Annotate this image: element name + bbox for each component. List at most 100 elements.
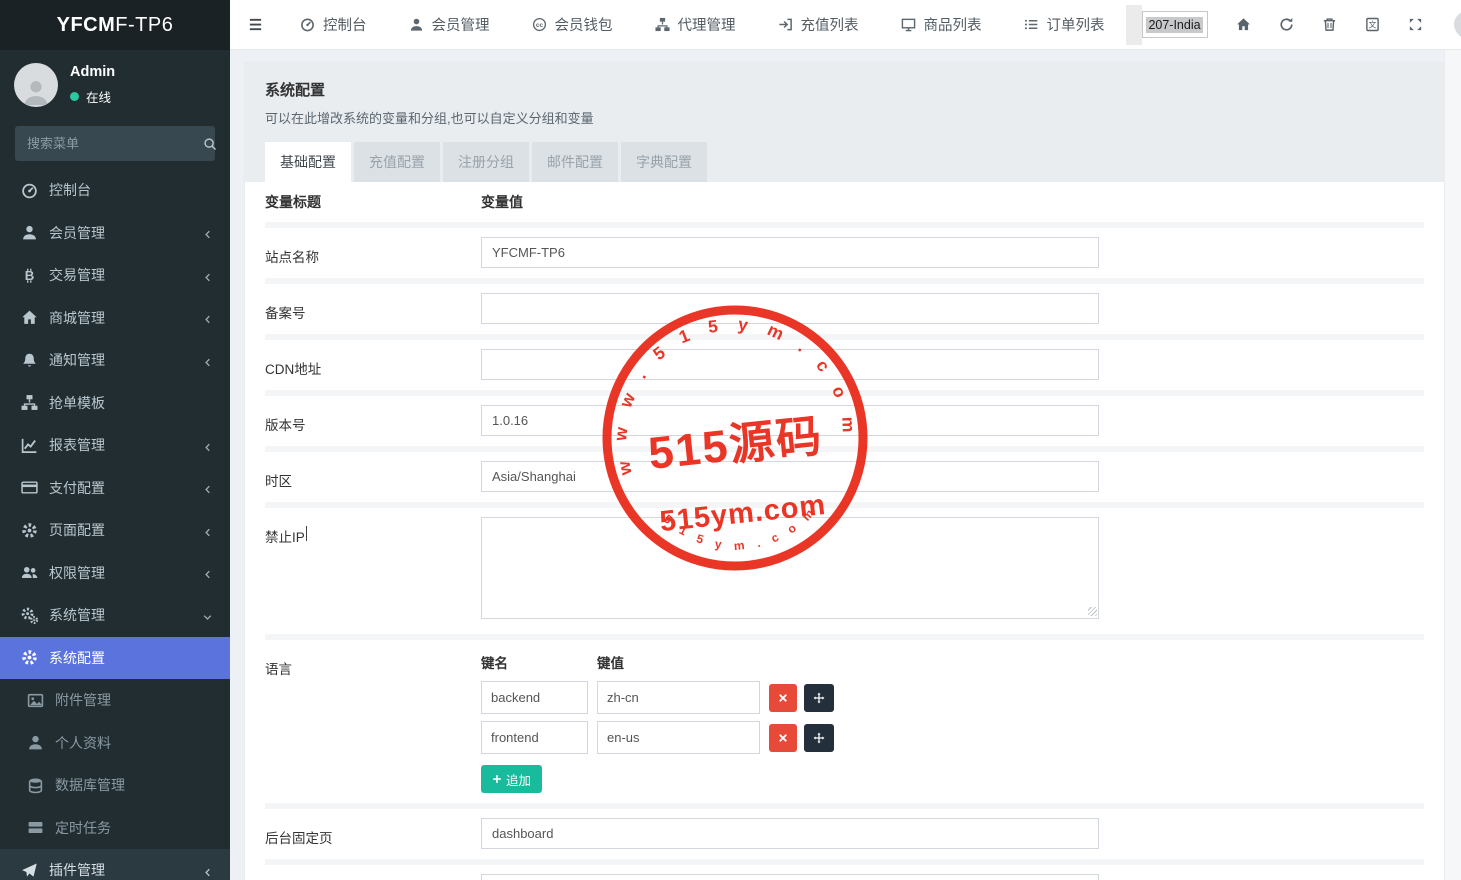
tab-inactive[interactable]: 字典配置 bbox=[621, 142, 707, 182]
sidebar-item[interactable]: 插件管理 bbox=[0, 849, 230, 880]
nav-item-label: 充值列表 bbox=[801, 14, 859, 35]
nav-item[interactable]: 代理管理 bbox=[634, 0, 757, 50]
trash-icon[interactable] bbox=[1322, 17, 1337, 32]
topbar-avatar[interactable] bbox=[1454, 11, 1461, 38]
nav-item[interactable]: 充值列表 bbox=[757, 0, 880, 50]
nav-item[interactable]: cc会员钱包 bbox=[511, 0, 634, 50]
home-icon[interactable] bbox=[1236, 17, 1251, 32]
sidebar-item-label: 报表管理 bbox=[49, 435, 105, 455]
sidebar-item-label: 定时任务 bbox=[55, 818, 111, 838]
user-profile-panel: Admin 在线 bbox=[0, 50, 230, 117]
tab-inactive[interactable]: 充值配置 bbox=[354, 142, 440, 182]
sidebar-item[interactable]: 定时任务 bbox=[0, 807, 230, 850]
language-icon[interactable]: 文 bbox=[1365, 17, 1380, 32]
config-table-body: 站点名称备案号CDN地址版本号时区禁止IP语言键名键值追加后台固定页默认国家区号… bbox=[265, 228, 1424, 880]
topbar-menu: 控制台会员管理cc会员钱包代理管理 充值列表商品列表 订单列表 bbox=[279, 0, 1126, 50]
chevron-left-icon bbox=[202, 525, 213, 536]
chart-icon bbox=[21, 437, 38, 454]
config-card: 系统配置 可以在此增改系统的变量和分组,也可以自定义分组和变量 基础配置充值配置… bbox=[245, 62, 1444, 880]
fullscreen-icon[interactable] bbox=[1408, 17, 1423, 32]
sidebar-item-label: 控制台 bbox=[49, 180, 91, 200]
search-icon[interactable] bbox=[203, 137, 217, 151]
append-row-button[interactable]: 追加 bbox=[481, 765, 542, 793]
field-label: 禁止IP bbox=[265, 517, 481, 624]
config-row: 后台固定页 bbox=[265, 809, 1424, 865]
sidebar-item[interactable]: 系统配置 bbox=[0, 637, 230, 680]
sidebar-item[interactable]: 数据库管理 bbox=[0, 764, 230, 807]
sidebar-item[interactable]: 系统管理 bbox=[0, 594, 230, 637]
tab-inactive[interactable]: 注册分组 bbox=[443, 142, 529, 182]
bitcoin-icon: B bbox=[21, 267, 38, 284]
refresh-icon[interactable] bbox=[1279, 17, 1294, 32]
desktop-icon bbox=[901, 17, 916, 32]
chevron-left-icon bbox=[202, 482, 213, 493]
list-icon bbox=[1024, 17, 1039, 32]
sidebar-item[interactable]: 页面配置 bbox=[0, 509, 230, 552]
kv-headers: 键名键值 bbox=[481, 652, 1424, 672]
sidebar-item[interactable]: 通知管理 bbox=[0, 339, 230, 382]
tab-inactive[interactable]: 邮件配置 bbox=[532, 142, 618, 182]
field-input[interactable] bbox=[481, 461, 1099, 492]
config-row: 默认国家区号 bbox=[265, 865, 1424, 880]
sidebar-item[interactable]: B交易管理 bbox=[0, 254, 230, 297]
kv-value-header: 键值 bbox=[597, 652, 624, 672]
field-input[interactable] bbox=[481, 293, 1099, 324]
nav-item-label: 订单列表 bbox=[1047, 14, 1105, 35]
sidebar-item-label: 抢单模板 bbox=[49, 393, 105, 413]
page-tab-input[interactable]: 207-India bbox=[1142, 11, 1208, 38]
field-label: 默认国家区号 bbox=[265, 874, 481, 880]
field-input[interactable] bbox=[481, 349, 1099, 380]
move-row-button[interactable] bbox=[804, 724, 834, 752]
nav-item[interactable]: 订单列表 bbox=[1003, 0, 1126, 50]
nav-item[interactable]: 商品列表 bbox=[880, 0, 1003, 50]
config-row: CDN地址 bbox=[265, 340, 1424, 396]
page-title: 系统配置 bbox=[265, 79, 1424, 100]
gauge-icon bbox=[21, 182, 38, 199]
person-icon bbox=[27, 734, 44, 751]
tab-active[interactable]: 基础配置 bbox=[265, 142, 351, 182]
kv-key-input[interactable] bbox=[481, 721, 588, 754]
sidebar-item[interactable]: 权限管理 bbox=[0, 552, 230, 595]
nav-item[interactable]: 控制台 bbox=[279, 0, 388, 50]
avatar bbox=[14, 63, 58, 107]
hamburger-menu-icon[interactable] bbox=[247, 17, 264, 32]
page-tab-value: 207-India bbox=[1146, 17, 1202, 33]
sidebar-item[interactable]: 会员管理 bbox=[0, 212, 230, 255]
field-input[interactable] bbox=[481, 237, 1099, 268]
field-input[interactable] bbox=[481, 405, 1099, 436]
sidebar-item[interactable]: 商城管理 bbox=[0, 297, 230, 340]
resize-handle[interactable] bbox=[1088, 607, 1097, 616]
sidebar-item[interactable]: 支付配置 bbox=[0, 467, 230, 510]
table-header: 变量标题 变量值 bbox=[265, 182, 1424, 228]
field-textarea[interactable] bbox=[481, 517, 1099, 619]
nav-item[interactable]: 会员管理 bbox=[388, 0, 511, 50]
sidebar-item[interactable]: 个人资料 bbox=[0, 722, 230, 765]
kv-value-input[interactable] bbox=[597, 681, 760, 714]
profile-status-label: 在线 bbox=[86, 87, 111, 106]
kv-key-input[interactable] bbox=[481, 681, 588, 714]
sidebar-item-label: 系统管理 bbox=[49, 605, 105, 625]
delete-row-button[interactable] bbox=[769, 724, 797, 752]
delete-row-button[interactable] bbox=[769, 684, 797, 712]
chevron-down-icon bbox=[202, 610, 213, 621]
chevron-left-icon bbox=[202, 270, 213, 281]
sidebar-item[interactable]: 附件管理 bbox=[0, 679, 230, 722]
menu-search-input[interactable] bbox=[27, 136, 203, 151]
user-icon bbox=[21, 224, 38, 241]
gauge-icon bbox=[300, 17, 315, 32]
sidebar-item[interactable]: 报表管理 bbox=[0, 424, 230, 467]
field-input[interactable] bbox=[481, 874, 1099, 880]
kv-key-header: 键名 bbox=[481, 652, 597, 672]
sitemap-icon bbox=[655, 17, 670, 32]
online-dot-icon bbox=[70, 92, 79, 101]
gear-icon bbox=[21, 522, 38, 539]
field-input[interactable] bbox=[481, 818, 1099, 849]
scrollbar-track[interactable] bbox=[1444, 50, 1461, 880]
app-logo: YFCMF-TP6 bbox=[0, 0, 230, 50]
sidebar-item-label: 支付配置 bbox=[49, 478, 105, 498]
move-row-button[interactable] bbox=[804, 684, 834, 712]
nav-item-label: 控制台 bbox=[323, 14, 367, 35]
sidebar-item[interactable]: 控制台 bbox=[0, 169, 230, 212]
sidebar-item[interactable]: 抢单模板 bbox=[0, 382, 230, 425]
kv-value-input[interactable] bbox=[597, 721, 760, 754]
